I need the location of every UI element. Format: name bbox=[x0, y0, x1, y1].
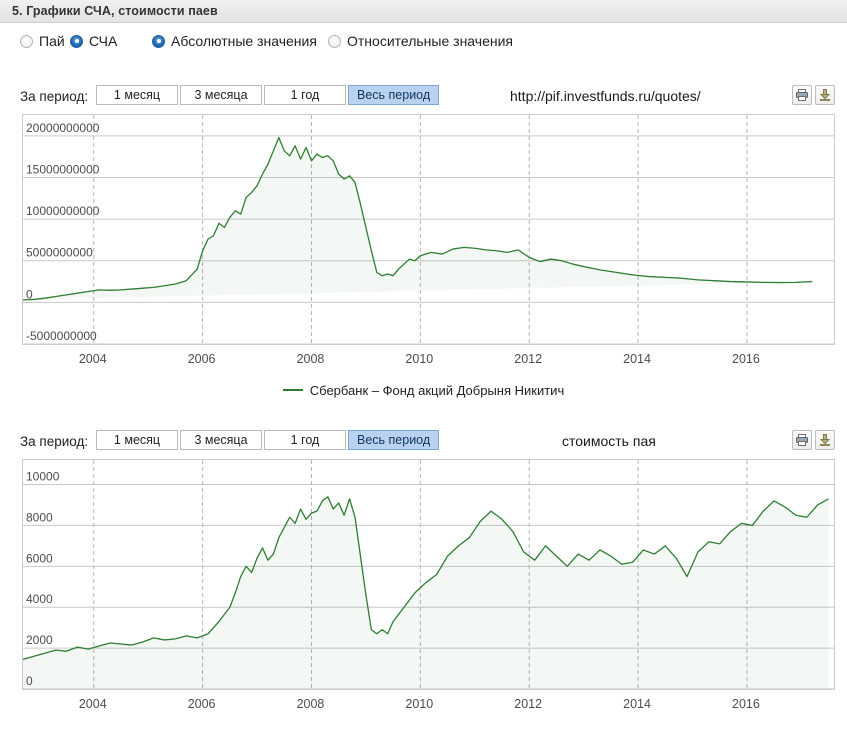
chart-actions-2 bbox=[792, 430, 835, 450]
period-button-3-months-1[interactable]: 3 месяца bbox=[180, 85, 262, 105]
chart-legend: Сбербанк – Фонд акций Добрыня Никитич bbox=[0, 383, 847, 398]
x-tick-label: 2012 bbox=[514, 352, 543, 366]
chart-actions-1 bbox=[792, 85, 835, 105]
period-button-3-months-2[interactable]: 3 месяца bbox=[180, 430, 262, 450]
y-tick-label: 10000000000 bbox=[26, 204, 100, 218]
x-tick-label: 2008 bbox=[296, 352, 325, 366]
radio-label-relative: Относительные значения bbox=[347, 33, 513, 49]
x-tick-label: 2006 bbox=[187, 697, 216, 711]
y-tick-label: 10000 bbox=[26, 470, 60, 484]
y-tick-label: 4000 bbox=[26, 592, 53, 606]
chart-source-url: http://pif.investfunds.ru/quotes/ bbox=[510, 88, 701, 104]
radio-icon-relative[interactable] bbox=[328, 34, 341, 48]
period-button-1-year-2[interactable]: 1 год bbox=[264, 430, 346, 450]
y-tick-label: -5000000000 bbox=[26, 329, 97, 343]
print-icon[interactable] bbox=[792, 430, 812, 450]
x-tick-label: 2004 bbox=[78, 697, 107, 711]
radio-option-absolute[interactable]: Абсолютные значения bbox=[152, 33, 317, 49]
period-label-1: За период: bbox=[20, 89, 89, 104]
legend-swatch bbox=[282, 389, 303, 392]
radio-icon-absolute[interactable] bbox=[152, 34, 165, 48]
x-tick-label: 2014 bbox=[623, 352, 651, 366]
unit-price-chart[interactable]: 10000 8000 6000 4000 2000 0 bbox=[22, 459, 835, 690]
period-button-all-time-2[interactable]: Весь период bbox=[348, 430, 440, 450]
page-title: 5. Графики СЧА, стоимости паев bbox=[12, 4, 218, 18]
unit-price-caption: стоимость пая bbox=[562, 433, 656, 449]
x-tick-label: 2016 bbox=[732, 697, 760, 711]
unit-price-chart-canvas: 1000080006000400020000 bbox=[23, 460, 834, 689]
download-icon[interactable] bbox=[815, 85, 835, 105]
x-tick-label: 2004 bbox=[78, 352, 107, 366]
radio-label-pai: Пай bbox=[39, 33, 65, 49]
radio-icon-scha[interactable] bbox=[70, 34, 83, 48]
x-tick-label: 2006 bbox=[187, 352, 216, 366]
radio-label-absolute: Абсолютные значения bbox=[171, 33, 317, 49]
unit-price-chart-x-axis: 2004 2006 2008 2010 2012 2014 2016 bbox=[0, 697, 847, 715]
toolbar-nav-chart: За период: 1 месяц 3 месяца 1 год Весь п… bbox=[0, 85, 847, 111]
period-button-1-month-1[interactable]: 1 месяц bbox=[96, 85, 178, 105]
nav-chart-canvas: 20000000000 15000000000 10000000000 5000000… bbox=[23, 115, 834, 344]
period-button-all-time-1[interactable]: Весь период bbox=[348, 85, 440, 105]
y-tick-label: 15000000000 bbox=[26, 162, 100, 176]
x-tick-label: 2010 bbox=[405, 697, 434, 711]
period-button-1-year-1[interactable]: 1 год bbox=[264, 85, 346, 105]
period-button-group-1: 1 месяц 3 месяца 1 год Весь период bbox=[96, 85, 441, 105]
period-button-group-2: 1 месяц 3 месяца 1 год Весь период bbox=[96, 430, 441, 450]
x-tick-label: 2016 bbox=[732, 352, 760, 366]
radio-option-relative[interactable]: Относительные значения bbox=[328, 33, 513, 49]
display-options: Пай СЧА Абсолютные значения Относительны… bbox=[0, 33, 847, 57]
x-tick-label: 2014 bbox=[623, 697, 651, 711]
radio-option-pai[interactable]: Пай bbox=[20, 33, 65, 49]
radio-icon-pai[interactable] bbox=[20, 34, 33, 48]
radio-label-scha: СЧА bbox=[89, 33, 118, 49]
toolbar-unit-price-chart: За период: 1 месяц 3 месяца 1 год Весь п… bbox=[0, 430, 847, 456]
nav-chart-x-axis: 2004 2006 2008 2010 2012 2014 2016 bbox=[0, 352, 847, 370]
y-tick-label: 2000 bbox=[26, 633, 53, 647]
y-tick-label: 20000000000 bbox=[26, 121, 100, 135]
period-label-2: За период: bbox=[20, 434, 89, 449]
x-tick-label: 2008 bbox=[296, 697, 325, 711]
x-tick-label: 2010 bbox=[405, 352, 434, 366]
y-tick-label: 5000000000 bbox=[26, 246, 93, 260]
legend-label: Сбербанк – Фонд акций Добрыня Никитич bbox=[309, 383, 565, 398]
y-tick-label: 6000 bbox=[26, 551, 53, 565]
section-header-bar: 5. Графики СЧА, стоимости паев bbox=[0, 0, 847, 23]
pif-charts-page: 5. Графики СЧА, стоимости паев Пай СЧА А… bbox=[0, 0, 847, 735]
period-button-1-month-2[interactable]: 1 месяц bbox=[96, 430, 178, 450]
radio-option-scha[interactable]: СЧА bbox=[70, 33, 117, 49]
print-icon[interactable] bbox=[792, 85, 812, 105]
nav-chart[interactable]: 20000000000 15000000000 10000000000 5000000… bbox=[22, 114, 835, 345]
x-tick-label: 2012 bbox=[514, 697, 543, 711]
download-icon[interactable] bbox=[815, 430, 835, 450]
y-tick-label: 8000 bbox=[26, 510, 53, 524]
